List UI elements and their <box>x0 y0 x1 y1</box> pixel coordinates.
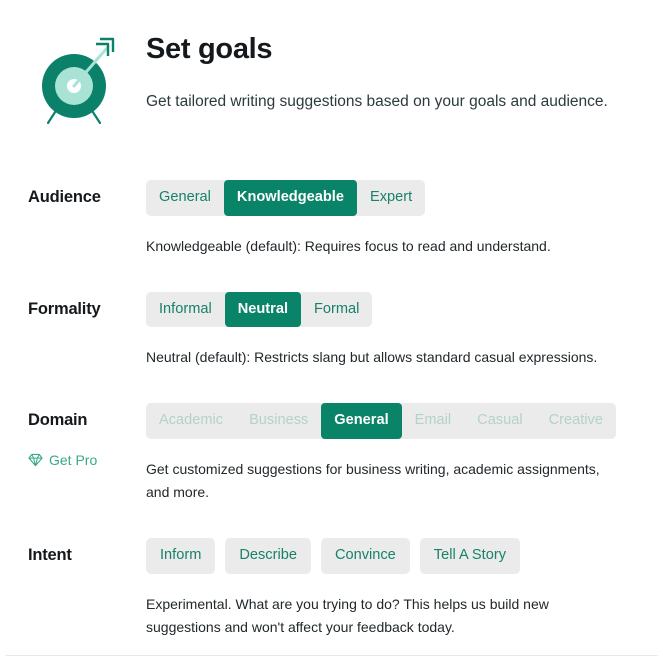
get-pro-link[interactable]: Get Pro <box>28 452 146 468</box>
domain-helper-text: Get customized suggestions for business … <box>146 460 600 501</box>
domain-option-academic[interactable]: Academic <box>146 403 236 439</box>
section-audience: Audience General Knowledgeable Expert Kn… <box>0 162 663 274</box>
section-label-domain: Domain <box>28 411 88 430</box>
domain-option-email[interactable]: Email <box>402 403 465 439</box>
intent-option-inform[interactable]: Inform <box>146 538 216 574</box>
intent-pill-group: Inform Describe Convince Tell A Story <box>146 538 635 574</box>
formality-option-neutral[interactable]: Neutral <box>224 291 301 328</box>
intent-option-describe[interactable]: Describe <box>225 538 311 574</box>
intent-helper-text: Experimental. What are you trying to do?… <box>146 595 549 635</box>
section-label-formality: Formality <box>28 299 101 318</box>
section-audience-right: General Knowledgeable Expert Knowledgeab… <box>146 180 635 258</box>
get-pro-label: Get Pro <box>49 452 98 469</box>
formality-option-informal[interactable]: Informal <box>146 292 225 328</box>
section-formality-left: Formality <box>28 292 146 370</box>
set-goals-modal: Set goals Get tailored writing suggestio… <box>0 0 663 656</box>
audience-option-expert[interactable]: Expert <box>357 180 425 216</box>
section-audience-left: Audience <box>28 180 146 258</box>
domain-segmented-control[interactable]: Academic Business General Email Casual C… <box>146 403 616 439</box>
domain-option-business[interactable]: Business <box>236 403 321 439</box>
page-subtitle: Get tailored writing suggestions based o… <box>146 92 608 110</box>
audience-option-knowledgeable[interactable]: Knowledgeable <box>223 180 357 216</box>
section-intent: Intent Inform Describe Convince Tell A S… <box>0 520 663 655</box>
intent-option-convince[interactable]: Convince <box>320 538 410 574</box>
header-text-block: Set goals Get tailored writing suggestio… <box>120 28 635 113</box>
formality-option-formal[interactable]: Formal <box>301 292 372 328</box>
formality-segmented-control[interactable]: Informal Neutral Formal <box>146 291 373 328</box>
section-formality-right: Informal Neutral Formal Neutral (default… <box>146 291 635 370</box>
domain-option-general[interactable]: General <box>321 403 402 439</box>
domain-option-casual[interactable]: Casual <box>464 403 535 439</box>
audience-segmented-control[interactable]: General Knowledgeable Expert <box>146 180 426 216</box>
section-label-intent: Intent <box>28 546 72 565</box>
section-intent-left: Intent <box>28 538 146 639</box>
audience-helper-text: Knowledgeable (default): Requires focus … <box>146 237 551 254</box>
section-formality: Formality Informal Neutral Formal Neutra… <box>0 274 663 386</box>
audience-option-general[interactable]: General <box>146 180 224 216</box>
section-label-audience: Audience <box>28 188 101 206</box>
formality-helper-text: Neutral (default): Restricts slang but a… <box>146 349 598 366</box>
section-domain: Domain Get Pro Academic Business General <box>0 385 663 520</box>
domain-option-creative[interactable]: Creative <box>536 403 616 439</box>
section-intent-right: Inform Describe Convince Tell A Story Ex… <box>146 538 635 639</box>
page-title: Set goals <box>146 33 273 65</box>
section-domain-left: Domain Get Pro <box>28 403 146 504</box>
modal-header: Set goals Get tailored writing suggestio… <box>0 0 663 130</box>
intent-option-tell-a-story[interactable]: Tell A Story <box>419 538 520 574</box>
section-domain-right: Academic Business General Email Casual C… <box>146 403 635 504</box>
diamond-icon <box>28 453 43 467</box>
target-dartboard-icon <box>28 28 120 130</box>
